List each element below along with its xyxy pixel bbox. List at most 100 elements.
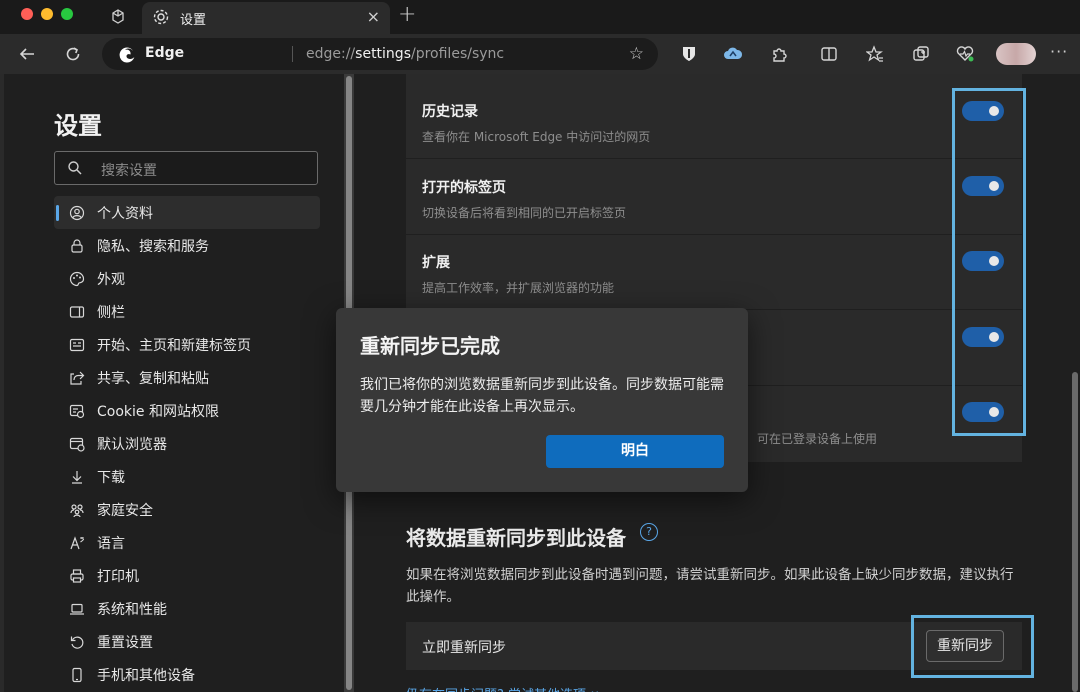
sync-row-desc: 可在已登录设备上使用 (757, 432, 878, 446)
sidebar-item-label: 隐私、搜索和服务 (97, 238, 209, 255)
sidebar-item-label: 侧栏 (97, 304, 125, 321)
settings-sidebar: 设置 搜索设置 个人资料 隐私、搜索和服务 外观 侧栏 开始、主页和新建标签页 … (0, 74, 344, 692)
printer-icon (66, 568, 88, 584)
sidebar-item-label: 下载 (97, 469, 125, 486)
sidebar-item-label: 共享、复制和粘贴 (97, 370, 209, 387)
sidebar-item-label: 语言 (97, 535, 125, 552)
sidebar-item-system[interactable]: 系统和性能 (54, 592, 320, 625)
sidebar-item-privacy[interactable]: 隐私、搜索和服务 (54, 229, 320, 262)
new-tab-button[interactable]: + (398, 2, 416, 27)
sidebar-item-printers[interactable]: 打印机 (54, 559, 320, 592)
tab-settings[interactable]: 设置 × (142, 2, 390, 34)
favorite-star-icon[interactable]: ☆ (629, 44, 644, 64)
resync-description: 如果在将浏览数据同步到此设备时遇到问题，请尝试重新同步。如果此设备上缺少同步数据… (406, 567, 1014, 605)
sidebar-nav: 个人资料 隐私、搜索和服务 外观 侧栏 开始、主页和新建标签页 共享、复制和粘贴… (54, 196, 320, 691)
main-scrollbar-thumb[interactable] (1072, 372, 1078, 692)
sync-row-desc: 切换设备后将看到相同的已开启标签页 (422, 206, 627, 220)
cloud-extension-icon[interactable] (720, 41, 746, 67)
sync-row-desc: 提高工作效率，并扩展浏览器的功能 (422, 281, 615, 295)
avatar[interactable] (996, 43, 1036, 65)
sidebar-item-label: 重置设置 (97, 634, 153, 651)
sidebar-item-downloads[interactable]: 下载 (54, 460, 320, 493)
more-options-link[interactable]: 仍存在同步问题? 尝试其他选项 ∨ (406, 684, 600, 692)
language-icon (66, 535, 88, 551)
sidebar-title: 设置 (54, 112, 102, 140)
browser-essentials-icon[interactable] (952, 41, 978, 67)
reset-icon (66, 634, 88, 650)
split-screen-icon[interactable] (816, 41, 842, 67)
window-close-button[interactable] (21, 8, 33, 20)
edge-logo-icon (118, 46, 136, 68)
dialog-ok-button[interactable]: 明白 (546, 435, 724, 468)
tab-title: 设置 (180, 13, 207, 28)
lock-icon (66, 238, 88, 254)
main-scrollbar[interactable] (1070, 74, 1080, 692)
close-icon[interactable]: × (367, 7, 380, 26)
sidebar-item-label: 手机和其他设备 (97, 667, 195, 684)
sidebar-item-default-browser[interactable]: 默认浏览器 (54, 427, 320, 460)
sidebar-item-label: 系统和性能 (97, 601, 167, 618)
window-minimize-button[interactable] (41, 8, 53, 20)
resync-highlight-box (911, 615, 1034, 678)
favorites-icon[interactable] (862, 41, 888, 67)
tab-strip: 设置 × + (0, 0, 1080, 34)
toolbar: Edge edge://settings/profiles/sync ☆ ··· (0, 34, 1080, 74)
family-icon (66, 502, 88, 518)
sidebar-icon (66, 304, 88, 320)
search-icon (67, 160, 83, 180)
url-text: edge://settings/profiles/sync (306, 46, 505, 62)
dialog-body: 我们已将你的浏览数据重新同步到此设备。同步数据可能需要几分钟才能在此设备上再次显… (360, 377, 724, 415)
sync-row-title: 扩展 (422, 255, 450, 271)
back-arrow-icon[interactable] (14, 41, 40, 67)
shield-icon[interactable] (676, 41, 702, 67)
share-icon (66, 370, 88, 386)
sync-row-title: 打开的标签页 (422, 180, 506, 196)
workspaces-icon[interactable] (106, 6, 130, 28)
sidebar-item-language[interactable]: 语言 (54, 526, 320, 559)
sidebar-item-sidebar[interactable]: 侧栏 (54, 295, 320, 328)
sidebar-item-label: 开始、主页和新建标签页 (97, 337, 251, 354)
sync-row-extensions: 扩展 提高工作效率，并扩展浏览器的功能 (406, 235, 1022, 310)
search-input[interactable]: 搜索设置 (54, 151, 318, 185)
home-icon (66, 337, 88, 353)
laptop-icon (66, 601, 88, 617)
phone-icon (66, 667, 88, 683)
search-placeholder: 搜索设置 (101, 163, 157, 179)
address-bar[interactable]: Edge edge://settings/profiles/sync ☆ (102, 38, 658, 70)
collections-icon[interactable] (908, 41, 934, 67)
resync-complete-dialog: 重新同步已完成 我们已将你的浏览数据重新同步到此设备。同步数据可能需要几分钟才能… (336, 308, 748, 492)
sync-row-history: 历史记录 查看你在 Microsoft Edge 中访问过的网页 (406, 84, 1022, 159)
sync-row-title: 历史记录 (422, 104, 478, 120)
sidebar-item-appearance[interactable]: 外观 (54, 262, 320, 295)
sidebar-item-profile[interactable]: 个人资料 (54, 196, 320, 229)
help-icon[interactable]: ? (640, 523, 658, 541)
sidebar-item-family[interactable]: 家庭安全 (54, 493, 320, 526)
sidebar-item-label: 默认浏览器 (97, 436, 167, 453)
dialog-title: 重新同步已完成 (360, 334, 500, 358)
resync-row-label: 立即重新同步 (422, 640, 506, 656)
profile-icon (66, 205, 88, 221)
edge-label: Edge (145, 45, 185, 61)
sidebar-item-cookies[interactable]: Cookie 和网站权限 (54, 394, 320, 427)
sidebar-item-label: 外观 (97, 271, 125, 288)
sidebar-item-reset[interactable]: 重置设置 (54, 625, 320, 658)
site-permissions-icon (66, 403, 88, 419)
sidebar-item-phone[interactable]: 手机和其他设备 (54, 658, 320, 691)
toggles-highlight-box (952, 88, 1026, 436)
gear-icon (152, 8, 170, 30)
sidebar-item-label: 个人资料 (97, 205, 153, 222)
sidebar-item-start-home[interactable]: 开始、主页和新建标签页 (54, 328, 320, 361)
browser-icon (66, 436, 88, 452)
resync-section-title: 将数据重新同步到此设备 (406, 526, 626, 550)
sync-row-open-tabs: 打开的标签页 切换设备后将看到相同的已开启标签页 (406, 160, 1022, 235)
more-options-icon[interactable]: ··· (1050, 42, 1068, 61)
sidebar-item-label: Cookie 和网站权限 (97, 403, 219, 420)
sidebar-item-label: 家庭安全 (97, 502, 153, 519)
refresh-icon[interactable] (60, 41, 86, 67)
window-zoom-button[interactable] (61, 8, 73, 20)
sidebar-item-label: 打印机 (97, 568, 139, 585)
extensions-icon[interactable] (766, 41, 792, 67)
download-icon (66, 469, 88, 485)
sync-row-desc: 查看你在 Microsoft Edge 中访问过的网页 (422, 130, 651, 144)
sidebar-item-share[interactable]: 共享、复制和粘贴 (54, 361, 320, 394)
